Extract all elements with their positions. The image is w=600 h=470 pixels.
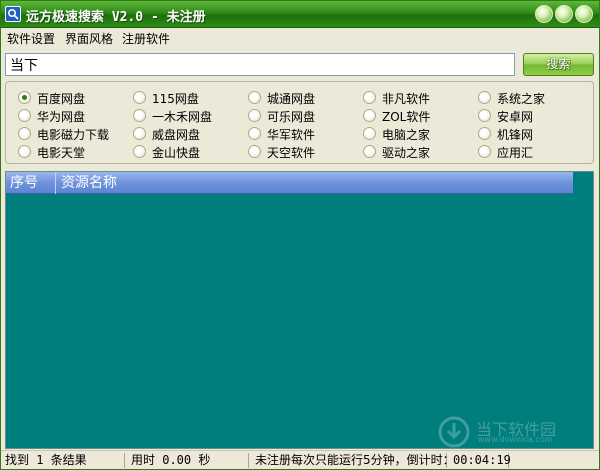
radio-icon[interactable]: [133, 127, 146, 140]
watermark-url: www.downxia.com: [478, 435, 553, 444]
source-option[interactable]: 应用汇: [478, 143, 578, 161]
download-arrow-icon: [438, 416, 470, 448]
radio-checked-icon[interactable]: [18, 91, 31, 104]
source-option[interactable]: 可乐网盘: [248, 107, 348, 125]
radio-icon[interactable]: [363, 127, 376, 140]
radio-icon[interactable]: [363, 109, 376, 122]
source-option[interactable]: 金山快盘: [133, 143, 233, 161]
maximize-button[interactable]: [555, 5, 573, 23]
radio-icon[interactable]: [248, 91, 261, 104]
source-option[interactable]: 百度网盘: [18, 89, 118, 107]
source-option[interactable]: 华军软件: [248, 125, 348, 143]
source-option[interactable]: 华为网盘: [18, 107, 118, 125]
title-bar[interactable]: 远方极速搜索 V2.0 - 未注册: [1, 1, 599, 28]
status-elapsed-time: 用时 0.00 秒: [127, 453, 249, 468]
radio-icon[interactable]: [133, 109, 146, 122]
status-found-count: 找到 1 条结果: [1, 453, 125, 468]
source-option[interactable]: 电影天堂: [18, 143, 118, 161]
watermark: 当下软件园 www.downxia.com: [438, 416, 588, 448]
menu-register-software[interactable]: 注册软件: [122, 30, 170, 47]
radio-icon[interactable]: [478, 127, 491, 140]
radio-icon[interactable]: [478, 91, 491, 104]
search-button[interactable]: 搜索: [523, 53, 594, 76]
results-list-header: 序号 资源名称: [6, 172, 573, 194]
app-search-icon: [5, 6, 21, 22]
radio-icon[interactable]: [18, 109, 31, 122]
source-option[interactable]: 城通网盘: [248, 89, 348, 107]
radio-icon[interactable]: [478, 145, 491, 158]
radio-icon[interactable]: [363, 145, 376, 158]
radio-icon[interactable]: [18, 127, 31, 140]
search-input[interactable]: [5, 53, 515, 76]
radio-icon[interactable]: [133, 145, 146, 158]
menu-bar: 软件设置 界面风格 注册软件: [1, 28, 599, 46]
radio-icon[interactable]: [248, 145, 261, 158]
source-option[interactable]: 安卓网: [478, 107, 578, 125]
source-option[interactable]: 系统之家: [478, 89, 578, 107]
radio-icon[interactable]: [133, 91, 146, 104]
status-bar: 找到 1 条结果 用时 0.00 秒 未注册每次只能运行5分钟，倒计时： 00:…: [1, 450, 599, 469]
source-option[interactable]: 一木禾网盘: [133, 107, 233, 125]
window-title: 远方极速搜索 V2.0 - 未注册: [26, 10, 206, 25]
app-window: 远方极速搜索 V2.0 - 未注册 软件设置 界面风格 注册软件 搜索 百度网盘…: [0, 0, 600, 470]
source-option[interactable]: ZOL软件: [363, 107, 463, 125]
radio-icon[interactable]: [248, 109, 261, 122]
status-countdown: 00:04:19: [449, 453, 511, 468]
source-option[interactable]: 天空软件: [248, 143, 348, 161]
source-option[interactable]: 电影磁力下载: [18, 125, 118, 143]
minimize-button[interactable]: [535, 5, 553, 23]
radio-icon[interactable]: [18, 145, 31, 158]
column-header-index[interactable]: 序号: [6, 172, 56, 194]
source-option[interactable]: 机锋网: [478, 125, 578, 143]
radio-icon[interactable]: [248, 127, 261, 140]
radio-icon[interactable]: [478, 109, 491, 122]
results-list[interactable]: 序号 资源名称 当下软件园 www.downxia.com: [5, 171, 594, 449]
column-header-resource-name[interactable]: 资源名称: [57, 172, 573, 194]
source-option[interactable]: 威盘网盘: [133, 125, 233, 143]
source-option[interactable]: 驱动之家: [363, 143, 463, 161]
radio-icon[interactable]: [363, 91, 376, 104]
status-unregistered-notice: 未注册每次只能运行5分钟，倒计时：: [251, 453, 455, 468]
close-button[interactable]: [575, 5, 593, 23]
source-options-group: 百度网盘 华为网盘 电影磁力下载 电影天堂 115网盘 一木禾网盘 威盘网盘 金…: [5, 81, 594, 164]
source-option[interactable]: 115网盘: [133, 89, 233, 107]
source-option[interactable]: 电脑之家: [363, 125, 463, 143]
source-option[interactable]: 非凡软件: [363, 89, 463, 107]
menu-software-settings[interactable]: 软件设置: [7, 30, 55, 47]
menu-interface-style[interactable]: 界面风格: [65, 30, 113, 47]
